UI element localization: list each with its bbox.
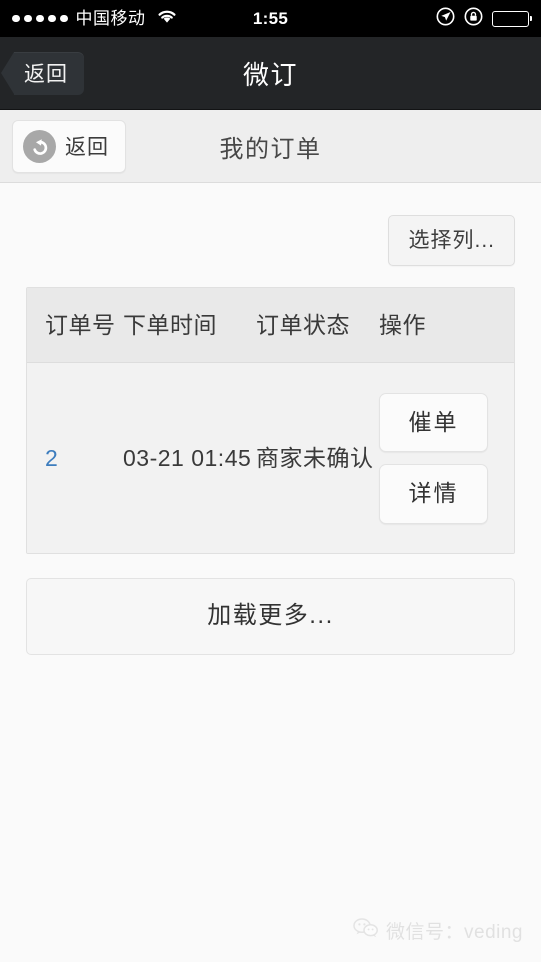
location-arrow-icon	[436, 7, 455, 31]
table-toolbar: 选择列...	[26, 183, 515, 267]
cell-actions: 催单 详情	[379, 393, 514, 524]
navigation-bar: 返回 微订	[0, 37, 541, 110]
table-row[interactable]: 2 03-21 01:45 商家未确认 催单 详情	[27, 363, 514, 554]
urge-order-button[interactable]: 催单	[379, 393, 488, 453]
page-back-label: 返回	[65, 136, 109, 159]
signal-dot	[24, 14, 32, 23]
battery-icon	[492, 10, 532, 27]
rotation-lock-icon	[464, 7, 483, 31]
order-detail-button[interactable]: 详情	[379, 464, 488, 524]
nav-back-button[interactable]: 返回	[1, 51, 84, 95]
status-bar: 中国移动 1:55	[0, 0, 541, 37]
order-id-link[interactable]: 2	[45, 445, 58, 471]
signal-dot	[60, 14, 68, 23]
cell-order-status: 商家未确认	[256, 444, 374, 471]
undo-arrow-icon	[23, 129, 56, 163]
watermark-label: 微信号：veding	[386, 922, 523, 943]
load-more-button[interactable]: 加载更多...	[26, 578, 515, 655]
wifi-icon	[156, 8, 178, 29]
column-header-actions: 操作	[379, 312, 426, 339]
signal-dot	[48, 14, 56, 23]
signal-dot	[36, 14, 44, 23]
cell-order-id: 2	[27, 441, 123, 477]
watermark: 微信号：veding	[353, 917, 523, 944]
column-header-order-id: 订单号	[45, 312, 116, 339]
carrier-label: 中国移动	[75, 9, 146, 28]
status-bar-right	[436, 7, 532, 31]
signal-dot	[12, 14, 20, 23]
page-back-button[interactable]: 返回	[12, 119, 126, 173]
wechat-bubbles-icon	[353, 917, 379, 944]
orders-table: 订单号 下单时间 订单状态 操作 2 03-21 01:45 商家未确认 催单 …	[26, 287, 515, 555]
status-bar-left: 中国移动	[12, 8, 178, 29]
column-header-order-status: 订单状态	[256, 312, 350, 339]
select-columns-button[interactable]: 选择列...	[388, 215, 515, 267]
table-header-row: 订单号 下单时间 订单状态 操作	[27, 288, 514, 364]
cell-order-time: 03-21 01:45	[123, 444, 252, 471]
content-area: 选择列... 订单号 下单时间 订单状态 操作 2 03-21 01:45 商家…	[0, 183, 541, 962]
signal-strength-dots	[12, 14, 68, 23]
nav-back-label: 返回	[24, 63, 68, 86]
page-header: 返回 我的订单	[0, 110, 541, 183]
column-header-order-time: 下单时间	[123, 312, 217, 339]
